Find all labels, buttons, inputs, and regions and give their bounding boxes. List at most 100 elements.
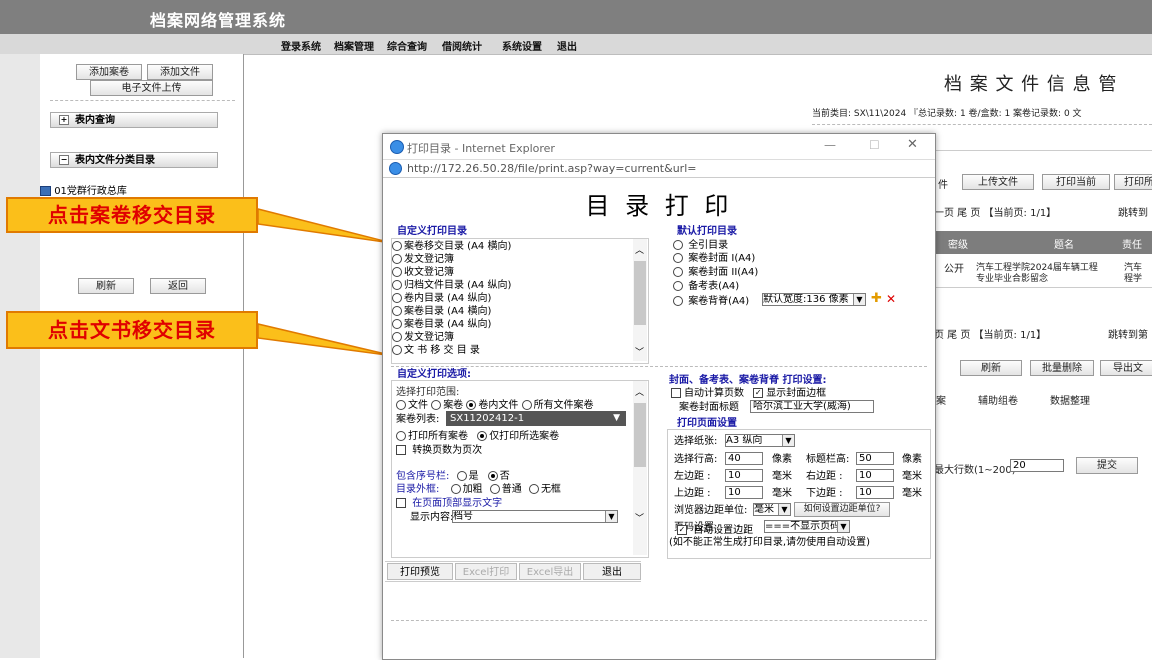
paper-select[interactable]: A3 纵向 ▼	[725, 434, 795, 447]
print-all-radio[interactable]	[396, 431, 406, 441]
excel-print-button[interactable]: Excel打印	[455, 563, 517, 580]
custom-item-5[interactable]: 案卷目录 (A4 横向)	[392, 306, 491, 317]
title-height-unit: 像素	[902, 454, 922, 465]
default-list-title: 默认打印目录	[677, 226, 737, 237]
range-radio-all[interactable]	[521, 400, 532, 410]
title-height-input[interactable]: 50	[856, 452, 894, 465]
chevron-down-icon[interactable]: ▼	[778, 504, 790, 515]
seq-yes-radio[interactable]	[456, 471, 467, 481]
radio-icon[interactable]	[392, 306, 402, 316]
add-icon[interactable]: ✚	[871, 292, 882, 305]
frame-none-radio[interactable]	[528, 484, 539, 494]
radio-icon[interactable]	[392, 280, 402, 290]
radio-icon[interactable]	[392, 254, 402, 264]
range-radio-file[interactable]	[396, 400, 406, 410]
default-item-4[interactable]: 案卷背脊(A4)	[673, 296, 749, 307]
row-height-input[interactable]: 40	[725, 452, 763, 465]
page-num-select[interactable]: ===不显示页码===▼	[764, 520, 850, 533]
show-border-checkbox[interactable]: ✓	[753, 388, 764, 398]
minimize-icon[interactable]: —	[824, 138, 836, 152]
radio-icon[interactable]	[392, 267, 402, 277]
show-top-text-option[interactable]: 在页面顶部显示文字	[396, 498, 502, 509]
custom-item-2[interactable]: 收文登记簿	[392, 267, 454, 278]
custom-opts-scrollbar[interactable]: ︿ ﹀	[633, 381, 647, 555]
custom-item-1[interactable]: 发文登记簿	[392, 254, 454, 265]
maximize-icon[interactable]: ☐	[869, 138, 880, 152]
display-content-select[interactable]: 档号 ▼	[452, 510, 618, 523]
radio-icon[interactable]	[392, 345, 402, 355]
scroll-up-icon[interactable]: ︿	[635, 385, 644, 398]
custom-item-0[interactable]: 案卷移交目录 (A4 横向)	[392, 241, 511, 252]
chevron-down-icon[interactable]: ▼	[837, 521, 849, 532]
auto-calc-checkbox[interactable]	[671, 388, 681, 398]
custom-item-4[interactable]: 卷内目录 (A4 纵向)	[392, 293, 491, 304]
radio-icon[interactable]	[392, 293, 402, 303]
delete-icon[interactable]: ✕	[886, 293, 896, 305]
unit-select[interactable]: 毫米 ▼	[753, 503, 791, 516]
title-height-label: 标题栏高:	[806, 454, 850, 465]
seq-no-radio[interactable]	[487, 471, 498, 481]
bottom-margin-unit: 毫米	[902, 488, 922, 499]
cover-title-input[interactable]: 哈尔滨工业大学(威海)	[750, 400, 874, 413]
default-item-1[interactable]: 案卷封面 I(A4)	[673, 253, 755, 264]
frame-bold-radio[interactable]	[450, 484, 461, 494]
convert-pages-option[interactable]: 转换页数为页次	[396, 445, 482, 456]
radio-icon[interactable]	[392, 241, 402, 251]
custom-item-7[interactable]: 发文登记簿	[392, 332, 454, 343]
radio-icon[interactable]	[673, 240, 683, 250]
print-selected-radio[interactable]	[477, 431, 488, 441]
chevron-down-icon[interactable]: ▼	[782, 435, 794, 446]
default-item-2[interactable]: 案卷封面 II(A4)	[673, 267, 758, 278]
spine-width-select[interactable]: 默认宽度:136 像素 ▼	[762, 293, 866, 306]
print-dialog-window: 打印目录 - Internet Explorer — ☐ ✕ http://17…	[382, 133, 936, 660]
excel-export-button[interactable]: Excel导出	[519, 563, 581, 580]
custom-item-3[interactable]: 归档文件目录 (A4 纵向)	[392, 280, 511, 291]
left-margin-input[interactable]: 10	[725, 469, 763, 482]
scroll-up-icon[interactable]: ︿	[635, 243, 644, 256]
dropdown-arrow-icon[interactable]: ▼	[613, 411, 620, 426]
cover-checkboxes: 自动计算页数 ✓ 显示封面边框	[671, 388, 826, 399]
how-set-margin-button[interactable]: 如何设置边距单位?	[794, 502, 890, 517]
radio-icon[interactable]	[392, 332, 402, 342]
close-icon[interactable]: ✕	[907, 137, 918, 152]
default-item-3[interactable]: 备考表(A4)	[673, 281, 739, 292]
custom-opts-box: 选择打印范围: 文件 案卷 卷内文件 所有文件案卷 案卷列表: SX112024…	[391, 380, 649, 558]
cover-settings-title: 封面、备考表、案卷背脊 打印设置:	[669, 375, 827, 386]
radio-icon[interactable]	[673, 281, 683, 291]
range-radio-infile[interactable]	[466, 400, 477, 410]
archive-list-select[interactable]: SX11202412-1 ▼	[446, 411, 626, 426]
auto-margin-option[interactable]: ✓ 自动设置边距	[677, 525, 753, 536]
top-margin-input[interactable]: 10	[725, 486, 763, 499]
frame-normal-radio[interactable]	[489, 484, 500, 494]
print-scope-options: 打印所有案卷 仅打印所选案卷	[396, 431, 559, 442]
range-radio-archive[interactable]	[431, 400, 442, 410]
radio-icon[interactable]	[673, 253, 683, 263]
chevron-down-icon[interactable]: ▼	[853, 294, 865, 305]
dialog-url-bar[interactable]: http://172.26.50.28/file/print.asp?way=c…	[383, 159, 935, 178]
right-margin-input[interactable]: 10	[856, 469, 894, 482]
auto-margin-checkbox[interactable]: ✓	[677, 525, 687, 535]
auto-margin-note: (如不能正常生成打印目录,请勿使用自动设置)	[669, 537, 870, 548]
bottom-margin-input[interactable]: 10	[856, 486, 894, 499]
custom-list-scrollbar[interactable]: ︿ ﹀	[633, 239, 647, 361]
checkbox[interactable]	[396, 498, 406, 508]
dialog-title: 打印目录 - Internet Explorer	[407, 142, 555, 155]
scroll-down-icon[interactable]: ﹀	[635, 345, 644, 358]
radio-icon[interactable]	[392, 319, 402, 329]
checkbox[interactable]	[396, 445, 406, 455]
radio-icon[interactable]	[673, 296, 683, 306]
chevron-down-icon[interactable]: ▼	[605, 511, 617, 522]
default-item-0[interactable]: 全引目录	[673, 240, 728, 251]
top-margin-unit: 毫米	[772, 488, 792, 499]
custom-item-8[interactable]: 文 书 移 交 目 录	[392, 345, 480, 356]
seq-col-option: 包含序号栏: 是 否	[396, 471, 510, 482]
print-preview-button[interactable]: 打印预览	[387, 563, 453, 580]
radio-icon[interactable]	[673, 267, 683, 277]
frame-option: 目录外框: 加粗 普通 无框	[396, 484, 561, 495]
custom-item-6[interactable]: 案卷目录 (A4 纵向)	[392, 319, 491, 330]
scroll-down-icon[interactable]: ﹀	[635, 511, 644, 524]
exit-button[interactable]: 退出	[583, 563, 641, 580]
dialog-url: http://172.26.50.28/file/print.asp?way=c…	[407, 162, 697, 175]
unit-label: 浏览器边距单位:	[674, 505, 748, 516]
row-height-label: 选择行高:	[674, 454, 718, 465]
